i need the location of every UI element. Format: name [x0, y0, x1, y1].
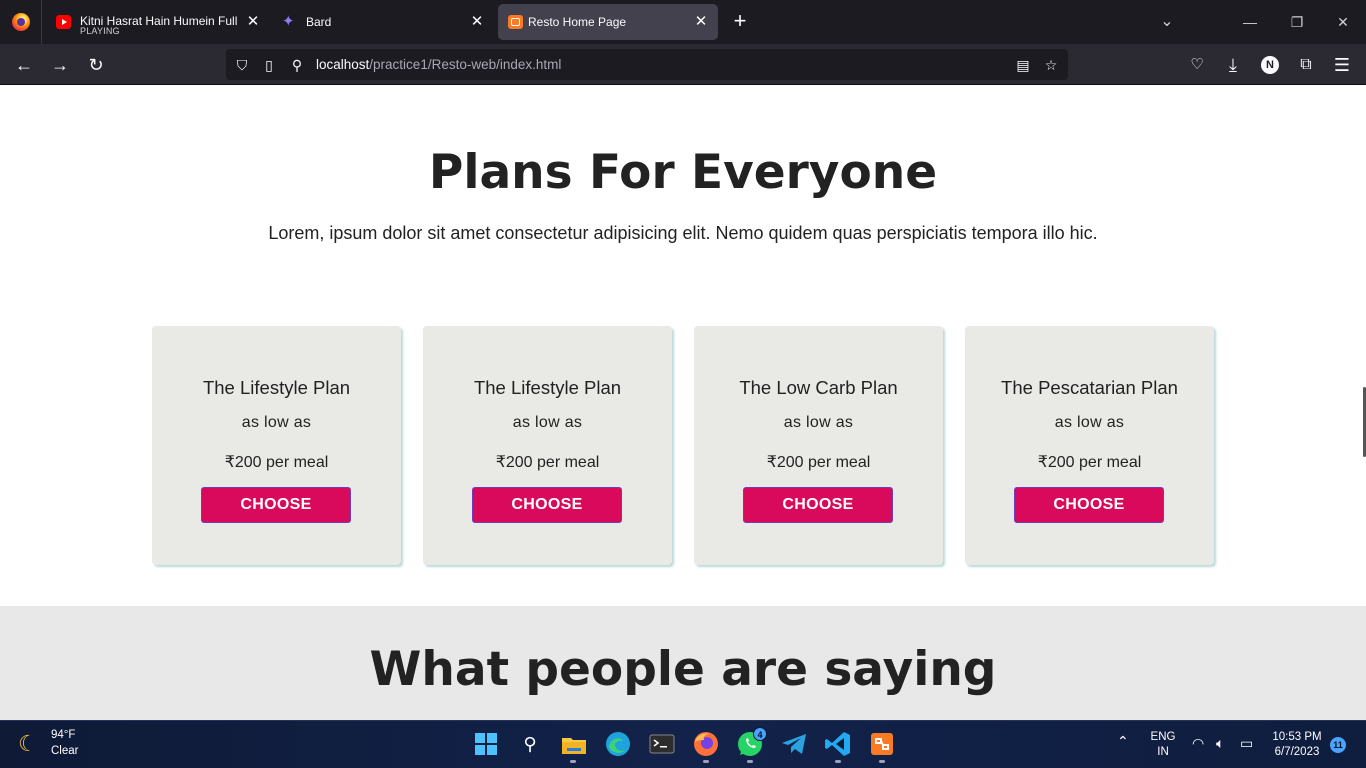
testimonial-heading: What people are saying — [369, 642, 997, 697]
plan-name: The Low Carb Plan — [739, 377, 898, 398]
firefox-icon[interactable] — [691, 729, 721, 759]
plan-tagline: as low as — [783, 414, 854, 431]
choose-button[interactable]: CHOOSE — [472, 487, 622, 523]
plan-card: The Low Carb Plan as low as ₹200 per mea… — [694, 326, 943, 565]
extensions-icon[interactable]: ⧉ — [1293, 52, 1319, 78]
plan-card: The Pescatarian Plan as low as ₹200 per … — [965, 326, 1214, 565]
new-tab-button[interactable]: + — [728, 10, 752, 34]
plans-heading: Plans For Everyone — [428, 145, 938, 200]
forward-icon[interactable]: → — [47, 52, 73, 78]
plan-tagline: as low as — [241, 414, 312, 431]
plan-name: The Lifestyle Plan — [473, 377, 622, 398]
plan-tagline: as low as — [512, 414, 583, 431]
page-viewport: Plans For Everyone Lorem, ipsum dolor si… — [0, 85, 1366, 720]
bard-icon: ✦ — [282, 13, 295, 30]
back-icon[interactable]: ← — [11, 52, 37, 78]
plan-price: ₹200 per meal — [224, 454, 329, 471]
firefox-menu-icon[interactable] — [0, 0, 42, 44]
tab-title: Bard — [306, 15, 332, 29]
clock[interactable]: 10:53 PM 6/7/2023 — [1262, 730, 1332, 760]
battery-icon[interactable]: ▭ — [1240, 735, 1253, 752]
close-tab-icon[interactable]: ✕ — [244, 13, 262, 31]
xampp-taskbar-icon[interactable] — [867, 729, 897, 759]
language-indicator[interactable]: ENG IN — [1150, 730, 1176, 760]
terminal-icon[interactable] — [647, 729, 677, 759]
telegram-icon[interactable] — [779, 729, 809, 759]
close-window-icon[interactable]: ✕ — [1331, 10, 1355, 34]
permissions-icon[interactable]: ⚲ — [288, 56, 306, 74]
file-explorer-icon[interactable] — [559, 729, 589, 759]
url-text[interactable]: localhost/practice1/Resto-web/index.html — [316, 57, 561, 72]
testimonial-section: What people are saying — [0, 606, 1366, 720]
bookmark-star-icon[interactable]: ☆ — [1042, 56, 1060, 74]
taskbar: ☾ 94°F Clear ⚲ ⌃ ENG IN ◠ 🔈︎ ▭ 10:53 PM 6/… — [0, 720, 1366, 768]
choose-button[interactable]: CHOOSE — [201, 487, 351, 523]
tab-resto-home[interactable]: Resto Home Page ✕ — [498, 4, 718, 40]
moon-weather-icon[interactable]: ☾ — [18, 731, 44, 757]
address-bar[interactable]: ⛉ ▯ ⚲ localhost/practice1/Resto-web/inde… — [226, 49, 1068, 80]
youtube-icon — [56, 15, 71, 29]
start-button-icon[interactable] — [471, 729, 501, 759]
plan-price: ₹200 per meal — [1037, 454, 1142, 471]
tab-playing-label: PLAYING — [80, 26, 120, 36]
plan-price: ₹200 per meal — [495, 454, 600, 471]
tab-strip: Kitni Hasrat Hain Humein Full V PLAYING … — [0, 0, 1366, 44]
shield-icon[interactable]: ⛉ — [233, 56, 251, 74]
menu-icon[interactable]: ☰ — [1329, 52, 1355, 78]
whatsapp-unread-badge: 4 — [753, 727, 767, 741]
close-tab-icon[interactable]: ✕ — [692, 13, 710, 31]
wifi-icon[interactable]: ◠ — [1192, 735, 1204, 752]
edge-icon[interactable] — [603, 729, 633, 759]
close-tab-icon[interactable]: ✕ — [468, 13, 486, 31]
reader-view-icon[interactable]: ▤ — [1014, 56, 1032, 74]
restore-icon[interactable]: ❐ — [1285, 10, 1309, 34]
tab-title: Resto Home Page — [528, 15, 627, 29]
tab-bard[interactable]: ✦ Bard ✕ — [272, 4, 494, 40]
plan-card: The Lifestyle Plan as low as ₹200 per me… — [423, 326, 672, 565]
plan-price: ₹200 per meal — [766, 454, 871, 471]
plan-name: The Pescatarian Plan — [1001, 377, 1178, 398]
running-indicator — [747, 760, 753, 763]
running-indicator — [703, 760, 709, 763]
account-avatar[interactable]: N — [1261, 56, 1279, 74]
volume-icon[interactable]: 🔈︎ — [1216, 735, 1224, 752]
plans-subtitle: Lorem, ipsum dolor sit amet consectetur … — [268, 223, 1098, 243]
pocket-icon[interactable]: ♡ — [1184, 52, 1210, 78]
choose-button[interactable]: CHOOSE — [1014, 487, 1164, 523]
weather-condition[interactable]: Clear — [51, 745, 78, 757]
list-all-tabs-icon[interactable]: ⌄ — [1155, 10, 1179, 34]
downloads-icon[interactable]: ⤓ — [1220, 52, 1246, 78]
weather-temperature[interactable]: 94°F — [51, 729, 75, 741]
show-hidden-icons-chevron-icon[interactable]: ⌃ — [1117, 733, 1129, 750]
plan-card: The Lifestyle Plan as low as ₹200 per me… — [152, 326, 401, 565]
running-indicator — [835, 760, 841, 763]
running-indicator — [570, 760, 576, 763]
page-icon[interactable]: ▯ — [260, 56, 278, 74]
plan-name: The Lifestyle Plan — [202, 377, 351, 398]
minimize-icon[interactable]: — — [1238, 10, 1262, 34]
plan-tagline: as low as — [1054, 414, 1125, 431]
tab-youtube[interactable]: Kitni Hasrat Hain Humein Full V PLAYING … — [46, 4, 270, 40]
notification-count-badge[interactable]: 11 — [1330, 737, 1346, 753]
search-icon[interactable]: ⚲ — [515, 729, 545, 759]
vscode-icon[interactable] — [823, 729, 853, 759]
choose-button[interactable]: CHOOSE — [743, 487, 893, 523]
reload-icon[interactable]: ↻ — [83, 52, 109, 78]
running-indicator — [879, 760, 885, 763]
xampp-icon — [508, 15, 523, 29]
navigation-toolbar: ← → ↻ ⛉ ▯ ⚲ localhost/practice1/Resto-we… — [0, 44, 1366, 85]
